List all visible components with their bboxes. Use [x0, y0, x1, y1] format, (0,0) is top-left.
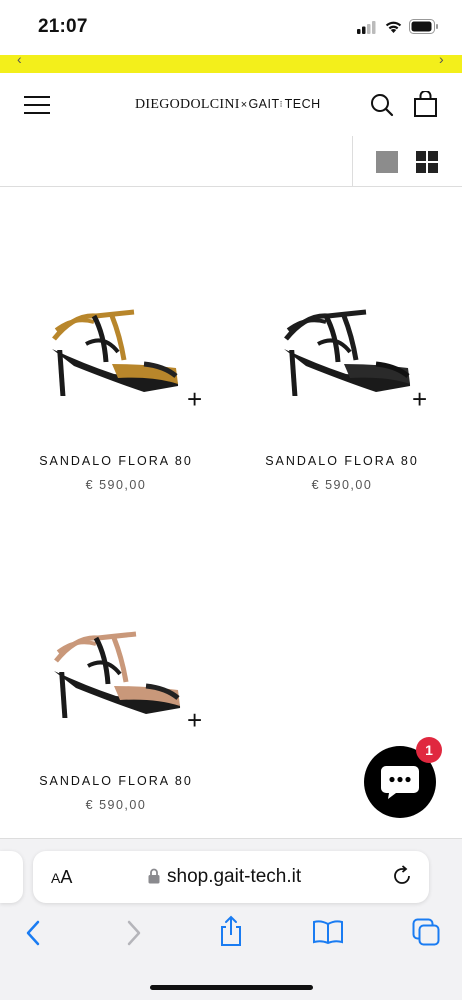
toolbar-bottom-border	[0, 186, 462, 187]
share-icon[interactable]	[218, 915, 244, 952]
product-image[interactable]	[46, 626, 191, 726]
logo-dots-icon: ⁝	[279, 98, 283, 109]
chat-bubble-icon	[381, 766, 419, 799]
brand-logo[interactable]: DIEGODOLCINI×GAIT⁝ TECH	[135, 96, 321, 113]
status-time: 21:07	[38, 16, 88, 37]
battery-icon	[409, 19, 439, 39]
previous-tab-pill[interactable]	[0, 851, 23, 903]
product-name[interactable]: SANDALO FLORA 80	[6, 774, 226, 788]
bookmarks-icon[interactable]	[312, 919, 344, 950]
reload-icon[interactable]	[391, 865, 413, 892]
product-card[interactable]: + SANDALO FLORA 80 € 590,00	[6, 620, 226, 820]
quick-add-plus-icon[interactable]: +	[187, 386, 202, 412]
product-name[interactable]: SANDALO FLORA 80	[232, 454, 452, 468]
product-price: € 590,00	[85, 478, 147, 492]
product-price: € 590,00	[85, 798, 147, 812]
promo-bar[interactable]: ‹ ›	[0, 51, 462, 73]
lock-icon	[148, 868, 160, 889]
logo-gait: GAIT	[248, 97, 280, 111]
quick-add-plus-icon[interactable]: +	[187, 707, 202, 733]
cellular-signal-icon	[357, 21, 377, 39]
single-column-view-icon[interactable]	[376, 151, 398, 173]
promo-prev-chevron-icon[interactable]: ‹	[17, 51, 22, 67]
quick-add-plus-icon[interactable]: +	[412, 386, 427, 412]
product-card[interactable]: + SANDALO FLORA 80 € 590,00	[6, 300, 226, 500]
logo-separator: ×	[240, 99, 248, 111]
hamburger-menu-icon[interactable]	[24, 96, 50, 120]
shopping-bag-icon[interactable]	[413, 90, 439, 123]
url-text[interactable]: shop.gait-tech.it	[167, 866, 301, 888]
product-image[interactable]	[44, 304, 189, 404]
chat-unread-badge: 1	[416, 737, 442, 763]
forward-icon[interactable]	[126, 920, 142, 951]
logo-diegodolcini: DIEGODOLCINI	[135, 97, 240, 112]
logo-tech: TECH	[284, 97, 321, 111]
product-card[interactable]: + SANDALO FLORA 80 € 590,00	[232, 300, 452, 500]
home-indicator[interactable]	[150, 985, 313, 990]
product-image[interactable]	[276, 304, 421, 404]
product-name[interactable]: SANDALO FLORA 80	[6, 454, 226, 468]
text-size-button[interactable]: AA	[51, 867, 72, 888]
product-price: € 590,00	[311, 478, 373, 492]
search-icon[interactable]	[370, 93, 394, 122]
back-icon[interactable]	[25, 920, 41, 951]
promo-next-chevron-icon[interactable]: ›	[439, 51, 444, 67]
tabs-icon[interactable]	[412, 918, 440, 951]
grid-view-icon[interactable]	[416, 151, 438, 173]
wifi-icon	[384, 19, 403, 39]
toolbar-divider	[352, 136, 353, 186]
